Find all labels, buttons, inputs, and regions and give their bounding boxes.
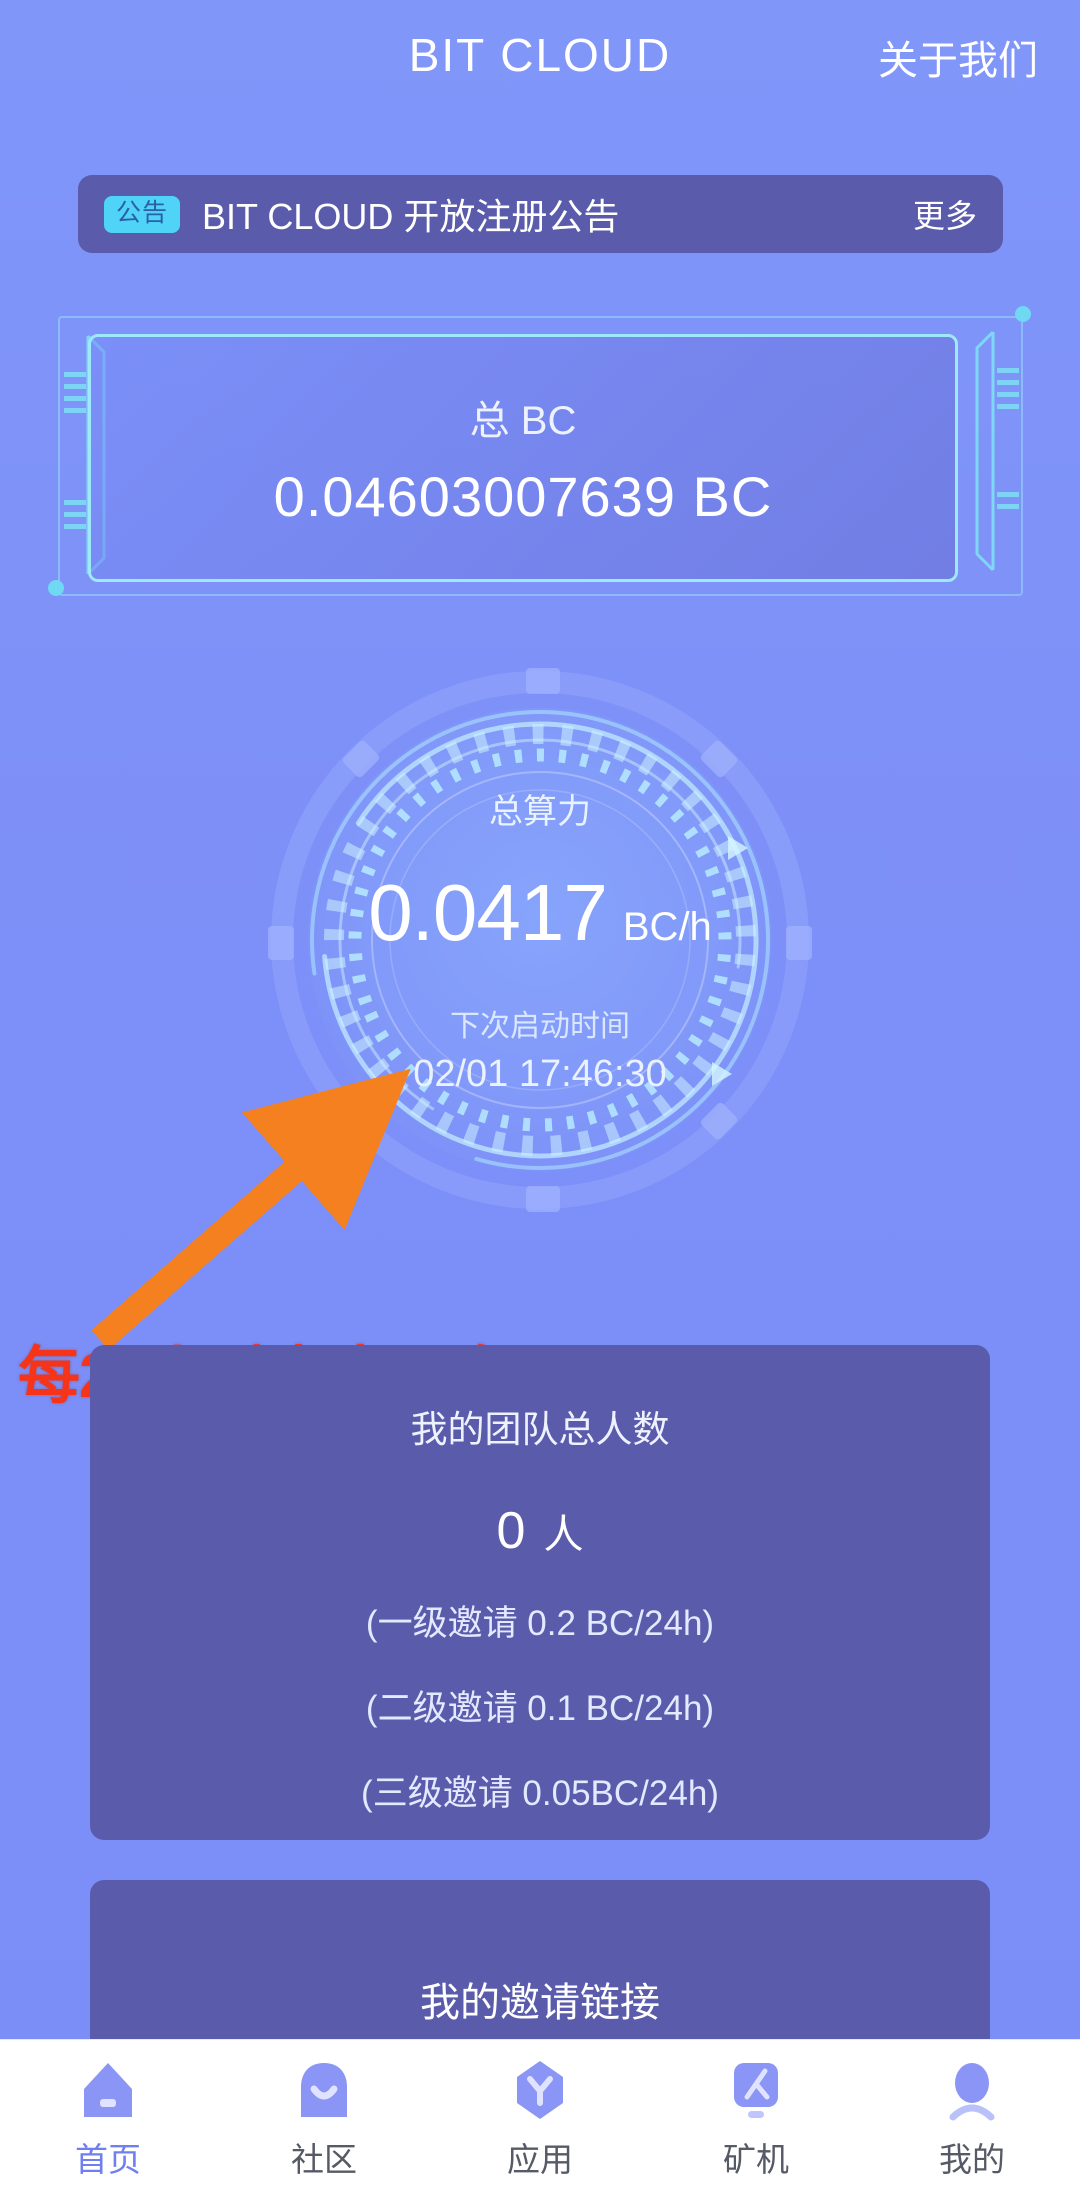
total-bc-value: 0.04603007639 BC [273, 464, 773, 528]
invite-link-title: 我的邀请链接 [420, 1981, 660, 2025]
bottom-navigation: 首页 社区 应用 矿机 我的 [0, 2039, 1080, 2199]
invite-tier-2: (二级邀请 0.1 BC/24h) [365, 1689, 715, 1728]
total-bc-card: 总 BC 0.04603007639 BC [88, 334, 958, 582]
hashrate-label: 总算力 [489, 793, 591, 831]
apps-icon [517, 2060, 563, 2119]
announcement-bar[interactable]: 公告 BIT CLOUD 开放注册公告 更多 [78, 175, 1003, 253]
page-title: BIT CLOUD [408, 29, 672, 81]
team-count-value: 0 [496, 1502, 526, 1560]
community-icon [301, 2062, 347, 2117]
tab-apps-label: 应用 [507, 2140, 573, 2178]
hashrate-value-row: 0.0417 BC/h [368, 867, 712, 959]
balance-card-wrapper: 总 BC 0.04603007639 BC [48, 306, 1031, 596]
team-count-row: 0 人 [497, 1501, 584, 1561]
about-us-link[interactable]: 关于我们 [878, 28, 1038, 86]
tab-community[interactable]: 社区 [216, 2040, 432, 2199]
tab-miner-label: 矿机 [723, 2140, 789, 2178]
tab-apps[interactable]: 应用 [432, 2040, 648, 2199]
total-bc-label: 总 BC [469, 398, 577, 443]
home-icon [84, 2062, 132, 2117]
announcement-text: BIT CLOUD 开放注册公告 [202, 196, 620, 237]
announcement-badge: 公告 [104, 195, 181, 233]
tab-profile-label: 我的 [939, 2140, 1005, 2178]
hashrate-value: 0.0417 [368, 868, 608, 957]
profile-icon [949, 2062, 995, 2120]
announcement-more-link[interactable]: 更多 [913, 191, 977, 237]
gauge-content: 总算力 0.0417 BC/h 下次启动时间 02/01 17:46:30 [260, 660, 820, 1220]
hashrate-gauge[interactable]: 总算力 0.0417 BC/h 下次启动时间 02/01 17:46:30 [260, 660, 820, 1220]
team-count-unit: 人 [543, 1513, 584, 1557]
tab-home-label: 首页 [75, 2140, 141, 2178]
next-start-label: 下次启动时间 [450, 1010, 630, 1043]
invite-tier-1: (一级邀请 0.2 BC/24h) [365, 1604, 715, 1643]
invite-tier-3: (三级邀请 0.05BC/24h) [361, 1774, 719, 1813]
tab-miner[interactable]: 矿机 [648, 2040, 864, 2199]
tab-profile[interactable]: 我的 [864, 2040, 1080, 2199]
next-start-time: 02/01 17:46:30 [413, 1053, 667, 1095]
tab-community-label: 社区 [291, 2140, 357, 2178]
tab-home[interactable]: 首页 [0, 2040, 216, 2199]
app-screen: BIT CLOUD 关于我们 公告 BIT CLOUD 开放注册公告 更多 总 … [0, 0, 1080, 2199]
team-title: 我的团队总人数 [410, 1409, 670, 1450]
team-card: 我的团队总人数 0 人 (一级邀请 0.2 BC/24h) (二级邀请 0.1 … [90, 1345, 990, 1840]
hashrate-unit: BC/h [622, 905, 712, 949]
miner-icon [734, 2062, 778, 2118]
